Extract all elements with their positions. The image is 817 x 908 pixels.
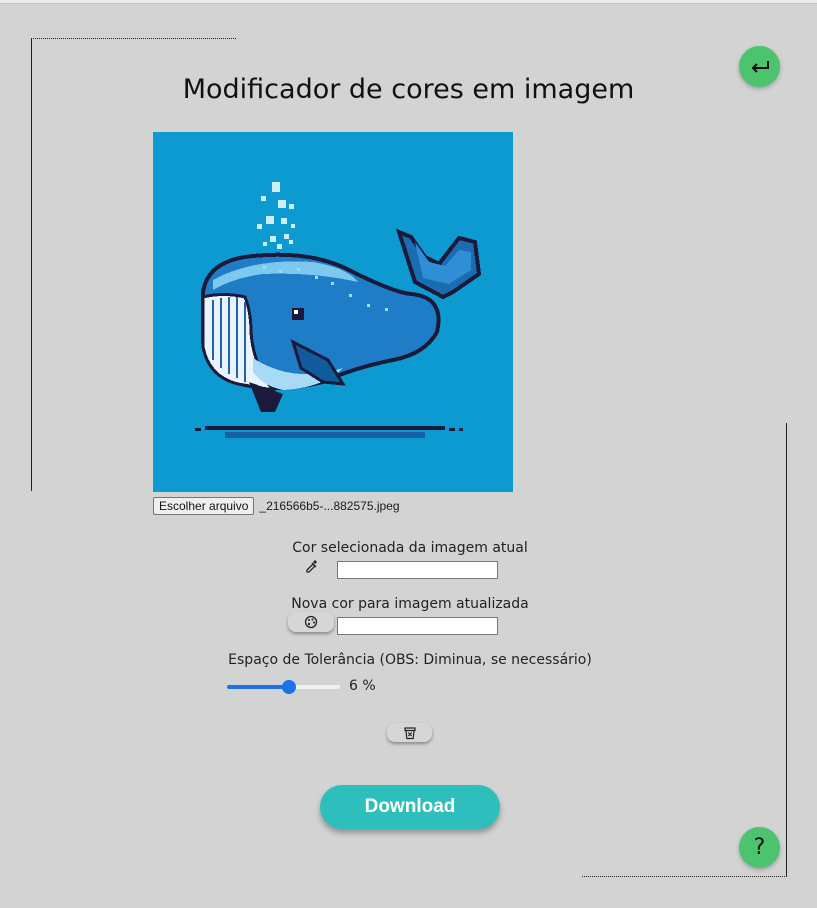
decorative-border-bottom-right [582, 876, 787, 877]
preview-image[interactable] [153, 132, 513, 492]
eyedropper-button[interactable] [303, 556, 321, 574]
tolerance-slider-thumb[interactable] [282, 680, 296, 694]
whale-pixel-art-image [153, 132, 513, 492]
palette-icon [304, 615, 318, 629]
clear-button[interactable] [387, 723, 432, 742]
window-top-edge [0, 0, 817, 4]
decorative-border-top-left [31, 38, 236, 39]
download-button[interactable]: Download [320, 785, 500, 829]
eyedropper-icon [306, 560, 317, 573]
new-color-label: Nova cor para imagem atualizada [291, 596, 529, 612]
tolerance-slider-fill [227, 685, 289, 689]
help-button[interactable]: ? [739, 827, 780, 868]
choose-file-button[interactable]: Escolher arquivo [153, 497, 255, 515]
current-color-label: Cor selecionada da imagem atual [292, 540, 528, 556]
palette-button[interactable] [288, 612, 334, 632]
return-arrow-icon [751, 60, 769, 73]
file-name: _216566b5-...882575.jpeg [259, 499, 400, 513]
tolerance-slider[interactable] [227, 680, 340, 694]
current-color-field[interactable] [337, 561, 498, 579]
decorative-border-right [786, 423, 787, 877]
tolerance-label: Espaço de Tolerância (OBS: Diminua, se n… [228, 652, 592, 668]
new-color-field[interactable] [337, 617, 498, 635]
page-title: Modificador de cores em imagem [182, 74, 635, 105]
trash-icon [403, 726, 416, 739]
tolerance-value: 6 % [349, 678, 376, 694]
file-input[interactable]: Escolher arquivo _216566b5-...882575.jpe… [153, 497, 400, 515]
decorative-border-left [31, 38, 32, 491]
